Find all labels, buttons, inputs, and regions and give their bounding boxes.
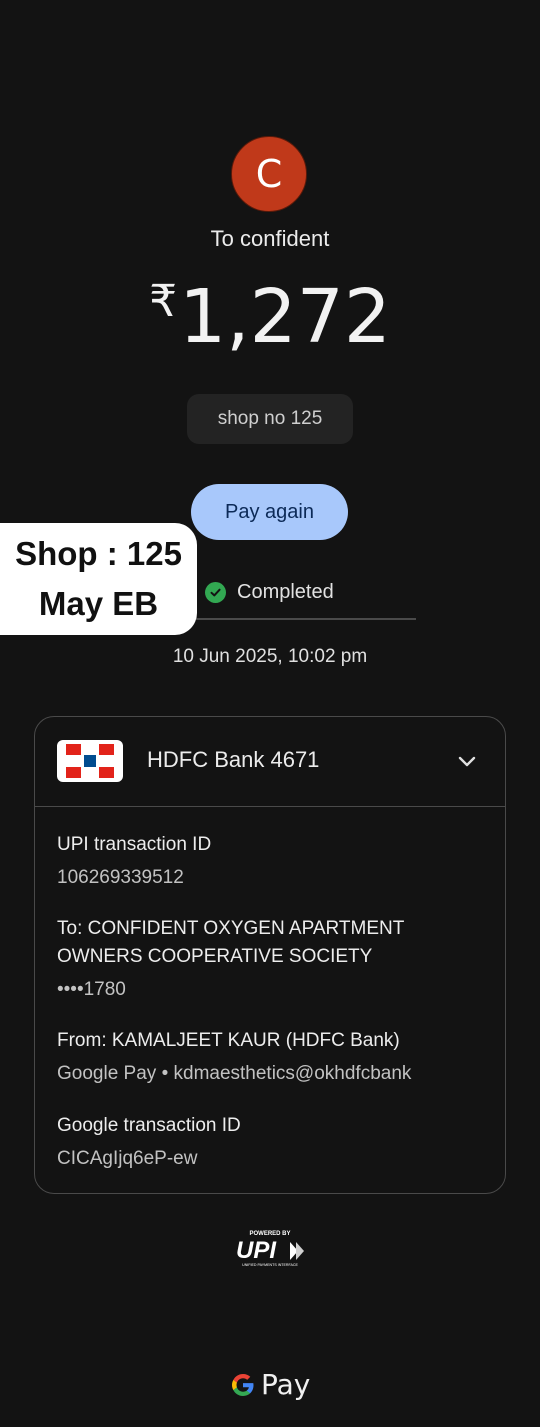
sticker-line-1: Shop : 125	[15, 535, 182, 572]
pay-again-label: Pay again	[225, 500, 314, 523]
status-label: Completed	[237, 581, 334, 603]
bank-account-name: HDFC Bank 4671	[147, 747, 320, 772]
annotation-sticker: Shop : 125 May EB	[0, 523, 197, 635]
upi-text: UPI	[236, 1237, 277, 1264]
avatar-letter: C	[255, 152, 283, 196]
check-circle-icon	[205, 582, 226, 603]
status-divider	[196, 618, 416, 620]
payment-note: shop no 125	[187, 394, 353, 444]
payment-status: Completed	[205, 581, 334, 604]
payment-note-text: shop no 125	[217, 408, 323, 429]
currency-symbol: ₹	[149, 276, 178, 327]
gpay-text: Pay	[261, 1368, 311, 1401]
sender-block: From: KAMALJEET KAUR (HDFC Bank) Google …	[57, 1027, 411, 1088]
google-transaction-id-value[interactable]: CICAgIjq6eP-ew	[57, 1145, 241, 1173]
upi-transaction-id-block: UPI transaction ID 106269339512	[57, 831, 211, 892]
transaction-details-card: HDFC Bank 4671 UPI transaction ID 106269…	[34, 716, 506, 1194]
transaction-datetime: 10 Jun 2025, 10:02 pm	[172, 646, 368, 667]
bank-account-row[interactable]: HDFC Bank 4671	[35, 717, 505, 807]
chevron-down-icon[interactable]	[455, 749, 479, 773]
pay-again-button[interactable]: Pay again	[191, 484, 348, 540]
sender-upi: Google Pay • kdmaesthetics@okhdfcbank	[57, 1063, 412, 1084]
recipient-name: To: CONFIDENT OXYGEN APARTMENT OWNERS CO…	[57, 918, 404, 967]
payee-name: To confident	[210, 226, 330, 251]
sticker-line-2: May EB	[38, 585, 159, 622]
recipient-account: ••••1780	[57, 979, 126, 1000]
google-g-icon	[232, 1373, 254, 1396]
google-transaction-id-label: Google transaction ID	[57, 1115, 241, 1136]
upi-transaction-id-label: UPI transaction ID	[57, 834, 212, 855]
upi-logo: POWERED BY UPI UNIFIED PAYMENTS INTERFAC…	[234, 1228, 306, 1268]
hdfc-bank-logo	[57, 740, 123, 782]
google-transaction-id-block: Google transaction ID CICAgIjq6eP-ew	[57, 1112, 241, 1173]
upi-tagline: UNIFIED PAYMENTS INTERFACE	[242, 1263, 298, 1267]
recipient-block: To: CONFIDENT OXYGEN APARTMENT OWNERS CO…	[57, 915, 457, 1004]
sender-name: From: KAMALJEET KAUR (HDFC Bank)	[57, 1030, 400, 1051]
payment-amount: ₹1,272	[0, 280, 540, 355]
upi-transaction-id-value[interactable]: 106269339512	[57, 864, 211, 892]
google-pay-logo: Pay	[230, 1368, 310, 1401]
payee-avatar: C	[231, 136, 307, 212]
amount-value: 1,272	[179, 274, 391, 360]
